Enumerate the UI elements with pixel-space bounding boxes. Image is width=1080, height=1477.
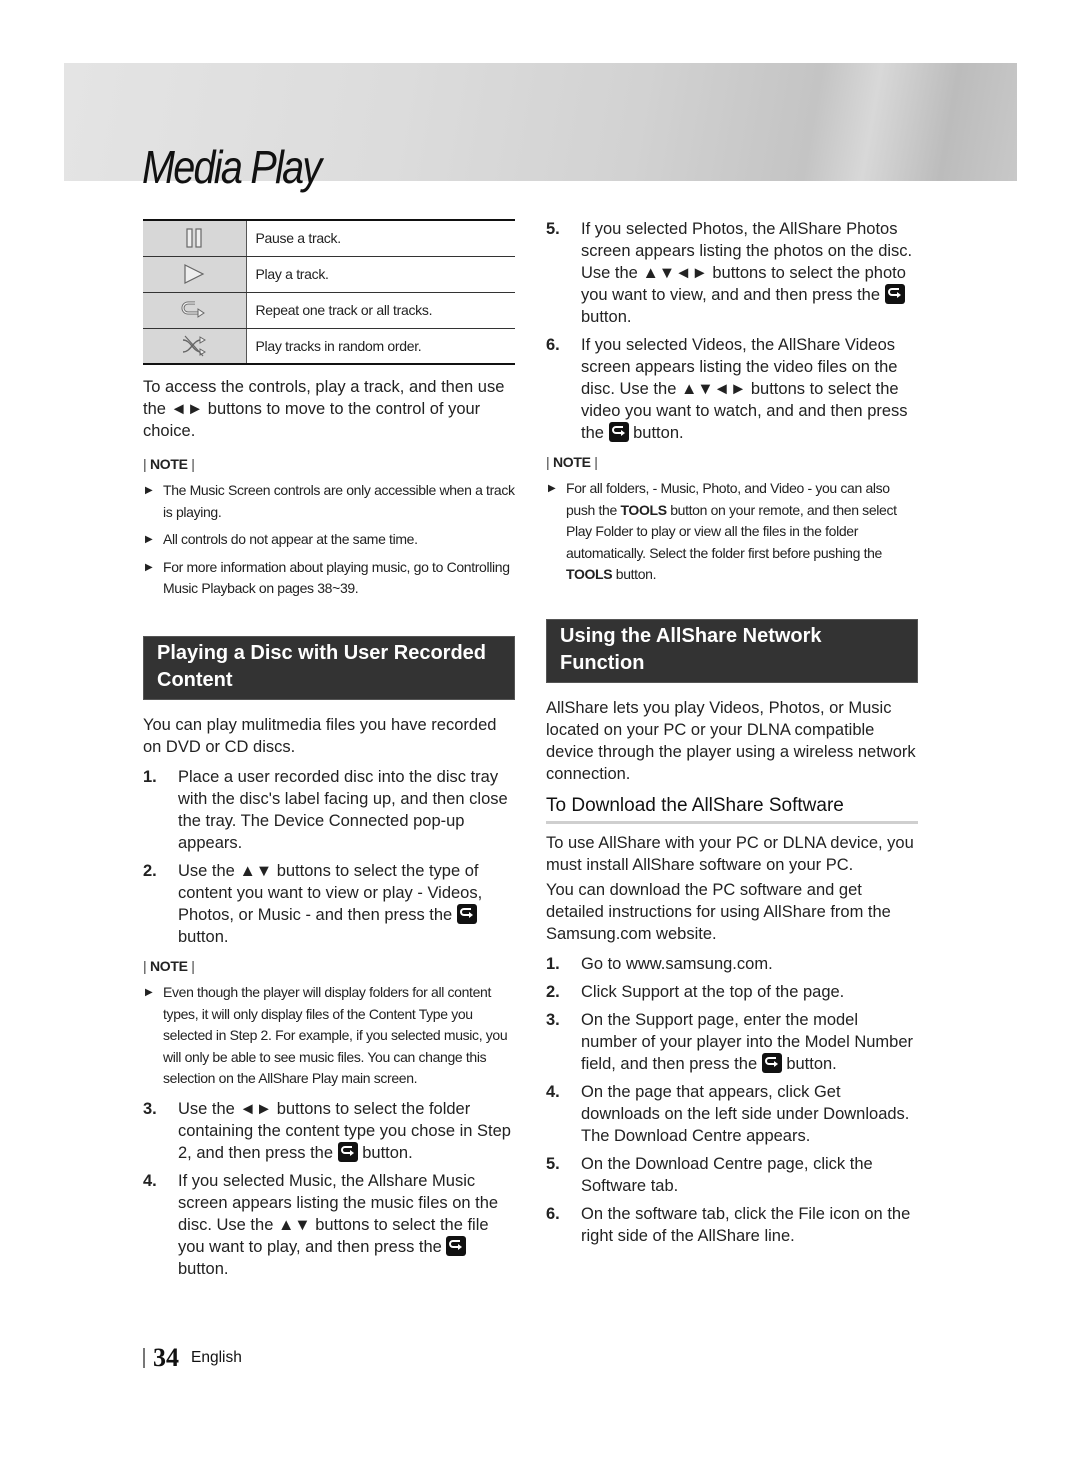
play-icon [184, 264, 205, 284]
note-item: ▶ The Music Screen controls are only acce… [145, 482, 515, 520]
step-item: 6. On the software tab, click the File ic… [546, 1205, 911, 1245]
controls-table: Pause a track. Play a track. Repeat one … [143, 219, 515, 365]
enter-button-icon [608, 422, 629, 442]
table-row: Pause a track. [143, 219, 515, 257]
step-item: 4. If you selected Music, the Allshare Mu… [143, 1171, 499, 1278]
page-number: 34 [153, 1343, 179, 1372]
paragraph: You can download the PC software and get… [546, 881, 891, 943]
bullet-triangle-icon: ▶ [548, 483, 556, 494]
divider [143, 1348, 145, 1368]
note-label: | NOTE | [143, 958, 195, 974]
step-item: 3. Use the ◄► buttons to select the folde… [143, 1099, 511, 1162]
step-item: 5. If you selected Photos, the AllShare P… [546, 220, 913, 326]
step-item: 5. On the Download Centre page, click the… [546, 1155, 873, 1195]
note-label: | NOTE | [546, 454, 598, 470]
right-section: Using the AllShare Network Function AllS… [546, 619, 918, 1253]
step-item: 1. Place a user recorded disc into the di… [143, 768, 508, 852]
step-list: 3. Use the ◄► buttons to select the folde… [143, 1098, 515, 1280]
enter-button-icon [761, 1053, 782, 1073]
language-label: English [191, 1349, 242, 1366]
note-item: ▶ For all folders, - Music, Photo, and Vi… [548, 480, 897, 582]
step-item: 2. Use the ▲▼ buttons to select the type … [143, 862, 483, 946]
enter-button-icon [456, 904, 477, 924]
bullet-triangle-icon: ▶ [145, 987, 153, 998]
control-description: Play tracks in random order. [246, 328, 515, 365]
note-label: | NOTE | [143, 456, 195, 472]
bullet-triangle-icon: ▶ [145, 561, 153, 573]
step-item: 2. Click Support at the top of the page. [546, 983, 845, 1001]
page-title: Media Play [142, 141, 322, 193]
enter-button-icon [446, 1235, 467, 1256]
note-item: ▶ All controls do not appear at the same … [143, 529, 515, 551]
right-column: 5. If you selected Photos, the AllShare P… [546, 218, 918, 592]
section-intro: AllShare lets you play Videos, Photos, o… [546, 699, 916, 783]
enter-button-icon [884, 284, 905, 304]
control-description: Pause a track. [246, 219, 515, 257]
table-row: Play tracks in random order. [143, 328, 515, 365]
control-description: Play a track. [246, 256, 515, 293]
section-intro: You can play mulitmedia files you have r… [143, 716, 497, 756]
step-item: 3. On the Support page, enter the model n… [546, 1011, 913, 1073]
section-heading: Using the AllShare Network Function [546, 619, 918, 683]
repeat-icon [181, 301, 206, 318]
paragraph: To use AllShare with your PC or DLNA dev… [546, 834, 914, 874]
page-footer: 34 English [143, 1343, 242, 1373]
bullet-triangle-icon: ▶ [145, 534, 153, 545]
table-row: Play a track. [143, 256, 515, 293]
left-section: Playing a Disc with User Recorded Conten… [143, 636, 515, 1286]
step-list: 1. Place a user recorded disc into the di… [143, 766, 515, 948]
shuffle-icon [183, 335, 207, 357]
step-item: 6. If you selected Videos, the AllShare V… [546, 336, 908, 442]
note-item: ▶ For more information about playing musi… [145, 558, 510, 597]
section-heading: Playing a Disc with User Recorded Conten… [143, 636, 515, 700]
pause-icon [186, 228, 202, 248]
note-item: ▶ Even though the player will display fol… [145, 984, 508, 1086]
table-row: Repeat one track or all tracks. [143, 292, 515, 329]
bullet-triangle-icon: ▶ [145, 485, 153, 496]
step-list: 1. Go to www.samsung.com. 2. Click Support… [546, 953, 918, 1247]
controls-intro: To access the controls, play a track, an… [143, 378, 505, 440]
step-list: 5. If you selected Photos, the AllShare P… [546, 218, 918, 444]
subsection-heading: To Download the AllShare Software [546, 795, 918, 824]
step-item: 1. Go to www.samsung.com. [546, 955, 773, 973]
note-list: ▶ The Music Screen controls are only acce… [143, 480, 515, 600]
step-item: 4. On the page that appears, click Get do… [546, 1083, 910, 1145]
left-column: To access the controls, play a track, an… [143, 376, 515, 606]
enter-button-icon [337, 1141, 358, 1162]
note-list: ▶ Even though the player will display fol… [143, 982, 515, 1090]
control-description: Repeat one track or all tracks. [246, 292, 515, 329]
note-list: ▶ For all folders, - Music, Photo, and Vi… [546, 478, 918, 586]
